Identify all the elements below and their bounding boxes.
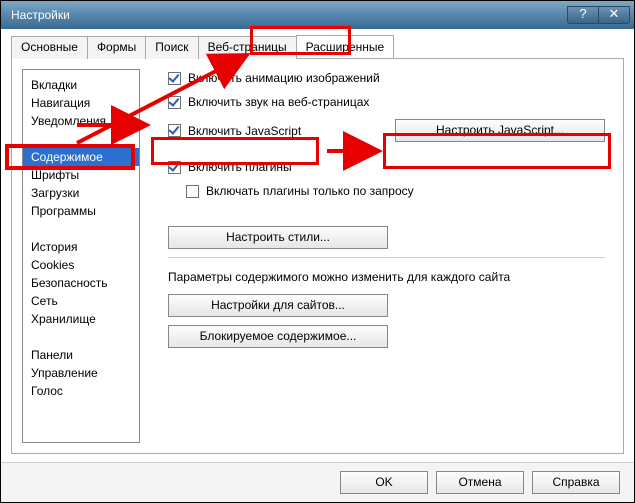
sidebar-item-panels[interactable]: Панели	[23, 346, 139, 364]
tab-forms[interactable]: Формы	[87, 36, 146, 59]
sidebar-item-cookies[interactable]: Cookies	[23, 256, 139, 274]
button-blocked-content[interactable]: Блокируемое содержимое...	[168, 325, 388, 348]
sidebar-item-security[interactable]: Безопасность	[23, 274, 139, 292]
sidebar-item-downloads[interactable]: Загрузки	[23, 184, 139, 202]
tab-webpages[interactable]: Веб-страницы	[198, 36, 297, 59]
tabbody: Вкладки Навигация Уведомления Содержимое…	[11, 59, 624, 454]
checkbox-sound[interactable]	[168, 96, 181, 109]
cancel-button[interactable]: Отмена	[436, 471, 524, 494]
label-animation: Включить анимацию изображений	[188, 71, 380, 85]
sidebar-item-network[interactable]: Сеть	[23, 292, 139, 310]
checkbox-animation[interactable]	[168, 72, 181, 85]
tabstrip: Основные Формы Поиск Веб-страницы Расшир…	[11, 35, 624, 59]
sidebar-item-navigation[interactable]: Навигация	[23, 94, 139, 112]
footer: OK Отмена Справка	[1, 462, 634, 502]
button-site-settings[interactable]: Настройки для сайтов...	[168, 294, 388, 317]
sidebar-item-storage[interactable]: Хранилище	[23, 310, 139, 328]
separator	[168, 257, 605, 258]
sidebar-item-history[interactable]: История	[23, 238, 139, 256]
button-configure-javascript[interactable]: Настроить JavaScript...	[395, 119, 605, 142]
ok-button[interactable]: OK	[340, 471, 428, 494]
checkbox-plugins[interactable]	[168, 161, 181, 174]
content-pane: Включить анимацию изображений Включить з…	[140, 59, 623, 453]
tab-advanced[interactable]: Расширенные	[296, 35, 395, 58]
sidebar-item-management[interactable]: Управление	[23, 364, 139, 382]
client-area: Основные Формы Поиск Веб-страницы Расшир…	[1, 29, 634, 462]
help-window-button[interactable]: ?	[567, 6, 599, 24]
button-configure-styles[interactable]: Настроить стили...	[168, 226, 388, 249]
tab-search[interactable]: Поиск	[145, 36, 198, 59]
sidebar-item-notifications[interactable]: Уведомления	[23, 112, 139, 130]
titlebar: Настройки ? ✕	[1, 1, 634, 29]
close-window-button[interactable]: ✕	[598, 6, 630, 24]
label-sound: Включить звук на веб-страницах	[188, 95, 369, 109]
tab-main[interactable]: Основные	[11, 36, 88, 59]
label-plugins-on-demand: Включать плагины только по запросу	[206, 184, 414, 198]
help-button[interactable]: Справка	[532, 471, 620, 494]
sidebar-item-programs[interactable]: Программы	[23, 202, 139, 220]
checkbox-javascript[interactable]	[168, 124, 181, 137]
para-per-site: Параметры содержимого можно изменить для…	[168, 270, 605, 284]
label-plugins: Включить плагины	[188, 160, 292, 174]
sidebar-item-fonts[interactable]: Шрифты	[23, 166, 139, 184]
label-javascript: Включить JavaScript	[188, 124, 301, 138]
checkbox-plugins-on-demand[interactable]	[186, 185, 199, 198]
window-title: Настройки	[11, 8, 70, 22]
window-controls: ? ✕	[568, 6, 630, 24]
sidebar-item-tabs[interactable]: Вкладки	[23, 76, 139, 94]
sidebar: Вкладки Навигация Уведомления Содержимое…	[22, 69, 140, 443]
sidebar-item-content[interactable]: Содержимое	[23, 148, 139, 166]
sidebar-item-voice[interactable]: Голос	[23, 382, 139, 400]
settings-window: Настройки ? ✕ Основные Формы Поиск Веб-с…	[0, 0, 635, 503]
